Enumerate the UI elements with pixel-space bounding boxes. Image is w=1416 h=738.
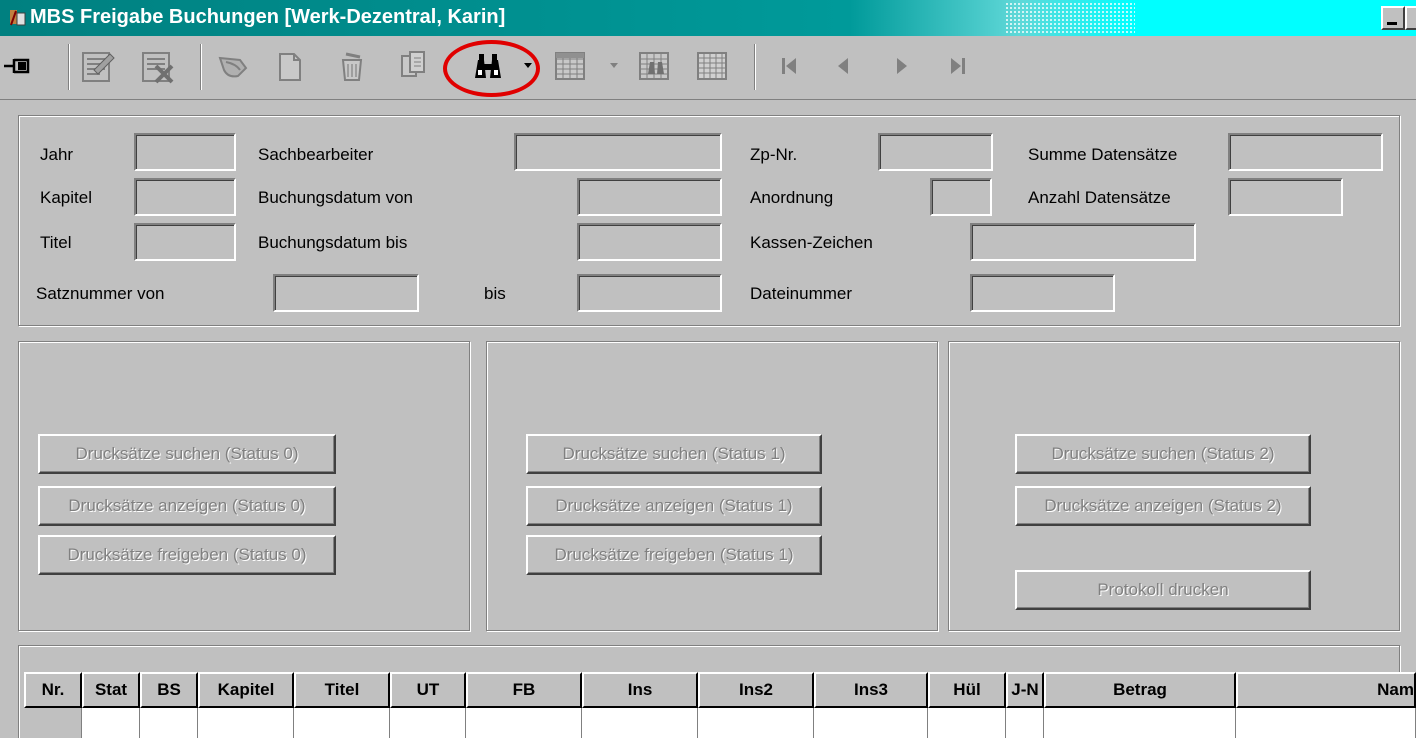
anordnung-field[interactable] bbox=[930, 178, 992, 216]
column-header-nr[interactable]: Nr. bbox=[24, 672, 82, 708]
delete-record-icon[interactable] bbox=[140, 48, 176, 84]
copy-icon[interactable] bbox=[396, 48, 432, 84]
jahr-label: Jahr bbox=[40, 145, 74, 164]
grid-cell[interactable] bbox=[1044, 708, 1236, 738]
undo-icon[interactable] bbox=[216, 48, 252, 84]
column-header-kapitel[interactable]: Kapitel bbox=[198, 672, 294, 708]
new-document-icon[interactable] bbox=[272, 48, 308, 84]
grid-dropdown-arrow[interactable] bbox=[610, 63, 618, 68]
drucksaetze-anzeigen-status0-button[interactable]: Drucksätze anzeigen (Status 0) bbox=[38, 486, 336, 526]
column-header-ins[interactable]: Ins bbox=[582, 672, 698, 708]
anzahl-datensaetze-field[interactable] bbox=[1228, 178, 1343, 216]
column-header-titel[interactable]: Titel bbox=[294, 672, 390, 708]
highlight-circle bbox=[443, 40, 540, 97]
buchungsdatum-bis-field[interactable] bbox=[577, 223, 722, 261]
grid-cell[interactable] bbox=[698, 708, 814, 738]
satznummer-von-field[interactable] bbox=[273, 274, 419, 312]
kassen-zeichen-label: Kassen-Zeichen bbox=[750, 233, 873, 252]
drucksaetze-suchen-status0-button[interactable]: Drucksätze suchen (Status 0) bbox=[38, 434, 336, 474]
toolbar-separator bbox=[754, 44, 756, 90]
column-header-ins2[interactable]: Ins2 bbox=[698, 672, 814, 708]
buchungsdatum-von-label: Buchungsdatum von bbox=[258, 188, 413, 207]
grid-cell[interactable] bbox=[82, 708, 140, 738]
grid-cell[interactable] bbox=[294, 708, 390, 738]
grid-cell[interactable] bbox=[466, 708, 582, 738]
drucksaetze-freigeben-status0-button[interactable]: Drucksätze freigeben (Status 0) bbox=[38, 535, 336, 575]
drucksaetze-anzeigen-status1-button[interactable]: Drucksätze anzeigen (Status 1) bbox=[526, 486, 822, 526]
row-selector-cell[interactable] bbox=[24, 708, 82, 738]
minimize-button[interactable] bbox=[1381, 6, 1405, 30]
minimize-icon bbox=[1387, 22, 1397, 25]
column-header-betrag[interactable]: Betrag bbox=[1044, 672, 1236, 708]
kapitel-label: Kapitel bbox=[40, 188, 92, 207]
summe-datensaetze-label: Summe Datensätze bbox=[1028, 145, 1178, 164]
toolbar-separator bbox=[200, 44, 202, 90]
title-bar: MBS Freigabe Buchungen [Werk-Dezentral, … bbox=[0, 0, 1416, 36]
jahr-field[interactable] bbox=[134, 133, 236, 171]
column-header-huel[interactable]: Hül bbox=[928, 672, 1006, 708]
trash-icon[interactable] bbox=[334, 48, 370, 84]
column-header-ut[interactable]: UT bbox=[390, 672, 466, 708]
grid-cell[interactable] bbox=[814, 708, 928, 738]
column-header-bs[interactable]: BS bbox=[140, 672, 198, 708]
data-grid: Nr. Stat BS Kapitel Titel UT FB Ins Ins2… bbox=[24, 672, 1416, 738]
buchungsdatum-bis-label: Buchungsdatum bis bbox=[258, 233, 408, 252]
sachbearbeiter-label: Sachbearbeiter bbox=[258, 145, 374, 164]
next-record-icon[interactable] bbox=[884, 48, 920, 84]
kassen-zeichen-field[interactable] bbox=[970, 223, 1196, 261]
grid-cell[interactable] bbox=[198, 708, 294, 738]
satznummer-von-label: Satznummer von bbox=[36, 284, 165, 303]
column-header-ins3[interactable]: Ins3 bbox=[814, 672, 928, 708]
window-title: MBS Freigabe Buchungen [Werk-Dezentral, … bbox=[30, 6, 506, 28]
grid-cell[interactable] bbox=[1236, 708, 1416, 738]
dateinummer-field[interactable] bbox=[970, 274, 1115, 312]
edit-record-icon[interactable] bbox=[80, 48, 116, 84]
table-icon[interactable] bbox=[694, 48, 730, 84]
previous-record-icon[interactable] bbox=[826, 48, 862, 84]
zp-nr-label: Zp-Nr. bbox=[750, 145, 798, 164]
column-header-stat[interactable]: Stat bbox=[82, 672, 140, 708]
drucksaetze-freigeben-status1-button[interactable]: Drucksätze freigeben (Status 1) bbox=[526, 535, 822, 575]
pin-icon[interactable] bbox=[0, 48, 36, 84]
satznummer-bis-field[interactable] bbox=[577, 274, 722, 312]
maximize-button[interactable] bbox=[1405, 6, 1416, 30]
first-record-icon[interactable] bbox=[772, 48, 808, 84]
titel-field[interactable] bbox=[134, 223, 236, 261]
grid-cell[interactable] bbox=[582, 708, 698, 738]
protokoll-drucken-button[interactable]: Protokoll drucken bbox=[1015, 570, 1311, 610]
toolbar bbox=[0, 36, 1416, 100]
toolbar-separator bbox=[68, 44, 70, 90]
grid-cell[interactable] bbox=[140, 708, 198, 738]
grid-icon[interactable] bbox=[552, 48, 588, 84]
column-header-j-n[interactable]: J-N bbox=[1006, 672, 1044, 708]
drucksaetze-suchen-status1-button[interactable]: Drucksätze suchen (Status 1) bbox=[526, 434, 822, 474]
zp-nr-field[interactable] bbox=[878, 133, 993, 171]
drucksaetze-suchen-status2-button[interactable]: Drucksätze suchen (Status 2) bbox=[1015, 434, 1311, 474]
satznummer-bis-label: bis bbox=[484, 284, 506, 303]
grid-cell[interactable] bbox=[1006, 708, 1044, 738]
grid-search-icon[interactable] bbox=[636, 48, 672, 84]
grid-cell[interactable] bbox=[390, 708, 466, 738]
titel-label: Titel bbox=[40, 233, 72, 252]
kapitel-field[interactable] bbox=[134, 178, 236, 216]
dateinummer-label: Dateinummer bbox=[750, 284, 853, 303]
buchungsdatum-von-field[interactable] bbox=[577, 178, 722, 216]
sachbearbeiter-field[interactable] bbox=[514, 133, 722, 171]
column-header-name[interactable]: Nam bbox=[1236, 672, 1416, 708]
app-icon bbox=[8, 8, 28, 28]
summe-datensaetze-field[interactable] bbox=[1228, 133, 1383, 171]
anordnung-label: Anordnung bbox=[750, 188, 834, 207]
column-header-fb[interactable]: FB bbox=[466, 672, 582, 708]
drucksaetze-anzeigen-status2-button[interactable]: Drucksätze anzeigen (Status 2) bbox=[1015, 486, 1311, 526]
last-record-icon[interactable] bbox=[940, 48, 976, 84]
titlebar-gradient-pattern bbox=[1005, 2, 1135, 34]
anzahl-datensaetze-label: Anzahl Datensätze bbox=[1028, 188, 1171, 207]
grid-cell[interactable] bbox=[928, 708, 1006, 738]
